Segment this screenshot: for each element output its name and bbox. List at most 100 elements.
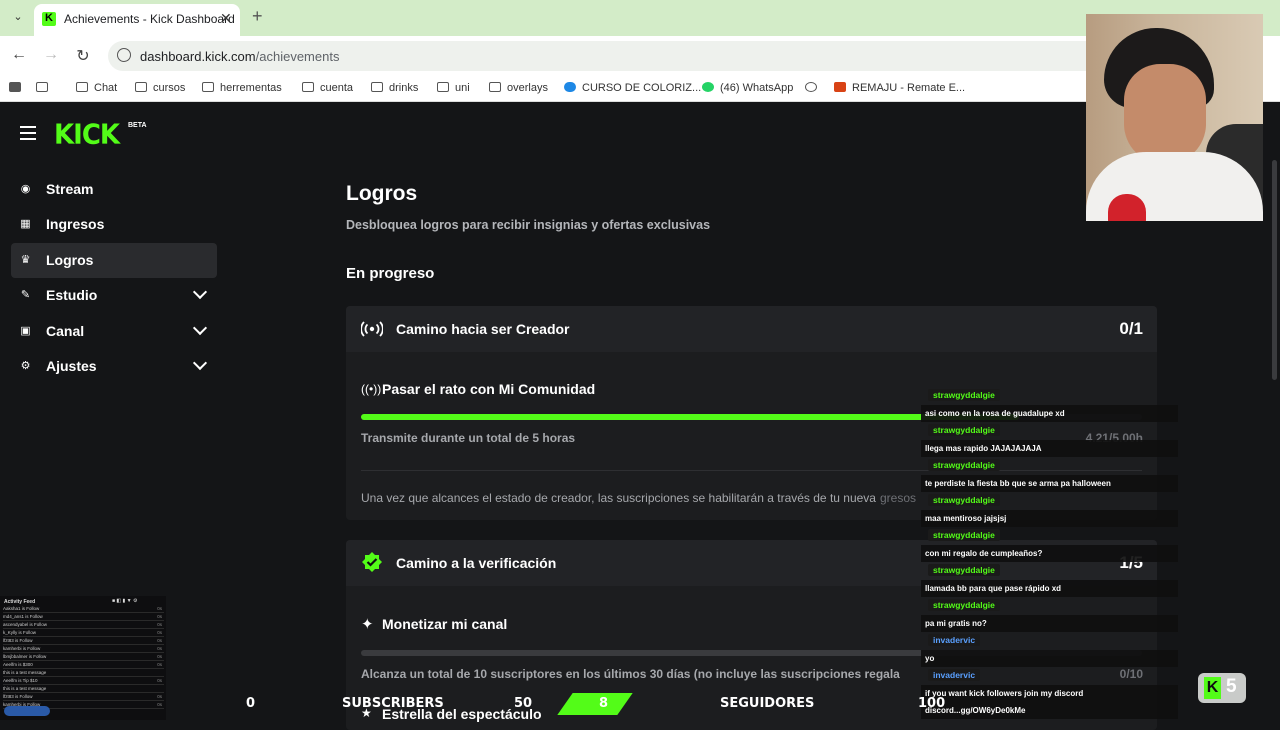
feed-row: Aeelfm is $300 0s [3, 662, 164, 669]
folder-icon [371, 82, 383, 92]
bookmark-label: cuenta [320, 82, 354, 94]
bookmark-label: cursos [153, 82, 186, 94]
feed-row-time: 0s [157, 702, 162, 707]
stream-icon: ◉ [20, 183, 31, 195]
tab-groups-icon[interactable] [36, 82, 54, 94]
subs-current: 0 [246, 696, 256, 711]
bookmark-uni[interactable]: uni [437, 82, 470, 94]
bookmark-curso[interactable]: CURSO DE COLORIZ... [564, 82, 701, 94]
verified-icon [362, 552, 382, 572]
chat-message: strawgyddalgie llega mas rapido JAJAJAJAJ… [921, 420, 1178, 457]
forward-icon[interactable]: → [41, 46, 61, 64]
chat-username[interactable]: invadervic [928, 634, 981, 646]
chevron-down-icon[interactable] [192, 284, 208, 300]
goal-bar: 0 SUBSCRIBERS 50 8 SEGUIDORES 100 [225, 693, 955, 715]
feed-row-time: 0s [157, 638, 162, 643]
tab-search-icon[interactable]: ⌄ [10, 9, 26, 25]
chat-username[interactable]: strawgyddalgie [928, 389, 1000, 401]
feed-row-text: lbmjbbalmer is Follow [3, 654, 47, 659]
sidebar-item-ingresos[interactable]: ▦ Ingresos [11, 207, 217, 242]
chevron-down-icon[interactable] [192, 320, 208, 336]
chat-username[interactable]: strawgyddalgie [928, 599, 1000, 611]
bookmark-label: Chat [94, 82, 118, 94]
kick-logo[interactable]: KICK [54, 119, 120, 151]
bookmark-whatsapp[interactable]: (46) WhatsApp [702, 82, 793, 94]
bookmark-label: CURSO DE COLORIZ... [582, 82, 702, 94]
sidebar-item-estudio[interactable]: ✎ Estudio [11, 278, 217, 313]
feed-row-text: Aaksha1 is Follow [3, 606, 40, 611]
bookmark-remaju[interactable]: REMAJU - Remate E... [834, 82, 965, 94]
chat-username[interactable]: strawgyddalgie [928, 494, 1000, 506]
feed-row-time: 0s [157, 662, 162, 667]
feed-row-text: lfzt83 is Follow [3, 694, 33, 699]
followers-target: 100 [918, 696, 946, 711]
feed-row: md4_ans1 is Follow 0s [3, 614, 164, 621]
feed-row: lbmjbbalmer is Follow 0s [3, 654, 164, 661]
whatsapp-icon [702, 82, 714, 92]
new-tab-icon[interactable]: + [252, 6, 263, 27]
sidebar-item-canal[interactable]: ▣ Canal [11, 314, 217, 349]
chat-message: invadervic if you want kick followers joi… [921, 665, 1178, 702]
chat-message: discord...gg/OW6yDe0kMe [921, 700, 1178, 719]
studio-icon: ✎ [20, 289, 31, 301]
bookmark-overlays[interactable]: overlays [489, 82, 548, 94]
subs-target: 50 [514, 696, 533, 711]
chat-username[interactable]: strawgyddalgie [928, 459, 1000, 471]
chat-username[interactable]: strawgyddalgie [928, 529, 1000, 541]
tab-close-icon[interactable]: ✕ [220, 10, 232, 27]
bookmark-chat[interactable]: Chat [76, 82, 117, 94]
bookmark-herrementas[interactable]: herrementas [202, 82, 282, 94]
apps-icon[interactable] [9, 82, 27, 94]
bookmark-drinks[interactable]: drinks [371, 82, 418, 94]
address-bar[interactable]: dashboard.kick.com/achievements [108, 41, 1108, 71]
folder-icon [202, 82, 214, 92]
bookmark-label: (46) WhatsApp [720, 82, 794, 94]
chat-username[interactable]: strawgyddalgie [928, 424, 1000, 436]
task-description: Alcanza un total de 10 suscriptores en l… [361, 667, 900, 681]
feed-scroll-handle[interactable] [4, 706, 50, 716]
task-description: Transmite durante un total de 5 horas [361, 431, 576, 445]
feed-row: lfzt83 is Follow 0s [3, 638, 164, 645]
sidebar-item-logros[interactable]: ♛ Logros [11, 243, 217, 278]
card-note: Una vez que alcances el estado de creado… [361, 491, 916, 505]
feed-row-time: 0s [157, 622, 162, 627]
chevron-down-icon[interactable] [192, 355, 208, 371]
gear-icon: ⚙ [20, 360, 31, 372]
feed-row-text: kamherbi is Follow [3, 646, 41, 651]
browser-tab[interactable]: Achievements - Kick Dashboard ✕ [34, 4, 240, 36]
card-header[interactable]: Camino hacia ser Creador 0/1 [346, 306, 1157, 352]
reload-icon[interactable]: ↻ [73, 46, 93, 66]
bookmark-label: uni [455, 82, 470, 94]
kick-favicon-icon [42, 12, 56, 26]
broadcast-small-icon: ((•)) [361, 382, 382, 396]
followers-label: SEGUIDORES [720, 696, 815, 711]
heart-icon [1108, 194, 1146, 221]
bookmark-cursos[interactable]: cursos [135, 82, 185, 94]
bookmark-cuenta[interactable]: cuenta [302, 82, 353, 94]
scrollbar[interactable] [1272, 160, 1277, 380]
card-title: Camino a la verificación [396, 555, 557, 571]
feed-row-time: 0s [157, 614, 162, 619]
task-title: Monetizar mi canal [382, 616, 508, 632]
beta-badge: BETA [128, 122, 147, 129]
remaju-icon [834, 82, 846, 92]
page-title: Logros [346, 182, 418, 205]
feed-row-text: lfzt83 is Follow [3, 638, 33, 643]
chat-username[interactable]: invadervic [928, 669, 981, 681]
sidebar-item-label: Estudio [46, 287, 98, 303]
chat-username[interactable]: strawgyddalgie [928, 564, 1000, 576]
sidebar-item-ajustes[interactable]: ⚙ Ajustes [11, 349, 217, 384]
feed-controls-icon[interactable]: ■ ◧ ▮ ▼ ⚙ [112, 598, 137, 604]
feed-row-time: 0s [157, 678, 162, 683]
chat-message: strawgyddalgie con mi regalo de cumpleaño… [921, 525, 1178, 562]
webcam-overlay [1086, 14, 1263, 221]
back-icon[interactable]: ← [9, 46, 29, 64]
bookmark-globe[interactable] [805, 82, 823, 94]
sidebar-item-stream[interactable]: ◉ Stream [11, 172, 217, 207]
feed-row-text: ascendyabel is Follow [3, 622, 48, 627]
menu-icon[interactable] [20, 126, 36, 140]
chat-message: strawgyddalgie llamada bb para que pase r… [921, 560, 1178, 597]
task-title: Pasar el rato con Mi Comunidad [382, 381, 596, 397]
url-text: dashboard.kick.com/achievements [140, 49, 339, 64]
site-info-icon[interactable] [117, 48, 131, 62]
